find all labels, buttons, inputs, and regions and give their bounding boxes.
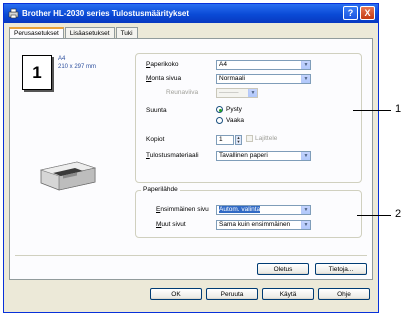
print-preferences-window: Brother HL-2030 series Tulostusmäärityks… <box>3 3 379 313</box>
question-mark-icon: ? <box>347 8 354 18</box>
help-title-button[interactable]: ? <box>343 6 358 20</box>
chevron-down-icon: ▼ <box>301 221 310 229</box>
border-line-select[interactable]: ——— ▼ <box>216 88 258 98</box>
checkbox-icon <box>246 135 253 142</box>
apply-button[interactable]: Käytä <box>262 288 314 300</box>
copies-label: Kopiot <box>146 136 165 143</box>
chevron-down-icon: ▼ <box>301 206 310 214</box>
media-type-label: Tulostusmateriaali <box>146 152 199 159</box>
first-page-select[interactable]: Autom. valinta ▼ <box>216 205 311 215</box>
close-button[interactable]: X <box>360 6 375 20</box>
other-pages-row: Muut sivut Sama kuin ensimmäinen ▼ <box>136 220 361 230</box>
basic-tab-panel: 1 A4 210 x 297 mm Paperikoko A4 ▼ Monta … <box>9 38 373 280</box>
chevron-down-icon: ▼ <box>248 89 257 97</box>
copies-input[interactable]: 1 <box>216 135 234 145</box>
callout-2: 2 <box>395 208 402 220</box>
border-line-row: Reunaviiva ——— ▼ <box>136 88 361 98</box>
portrait-radio[interactable]: Pysty <box>216 106 242 113</box>
orientation-row: Suunta Pysty Vaaka <box>136 106 361 124</box>
first-page-label: Ensimmäinen sivu <box>156 206 209 213</box>
paper-size-row: Paperikoko A4 ▼ <box>136 60 361 70</box>
chevron-down-icon: ▼ <box>301 75 310 83</box>
close-icon: X <box>364 8 371 18</box>
collate-checkbox[interactable]: Lajittele <box>246 135 277 142</box>
preview-paper-name: A4 <box>58 56 66 62</box>
preview-paper-dims: 210 x 297 mm <box>58 64 97 70</box>
copies-spinner[interactable]: ▲ ▼ <box>235 135 242 145</box>
callout-2-line <box>357 215 391 216</box>
chevron-down-icon: ▼ <box>301 152 310 160</box>
default-button[interactable]: Oletus <box>257 263 309 275</box>
paper-size-select[interactable]: A4 ▼ <box>216 60 311 70</box>
media-type-row: Tulostusmateriaali Tavallinen paperi ▼ <box>136 151 361 161</box>
callout-1: 1 <box>395 103 402 115</box>
printer-app-icon <box>8 8 19 19</box>
cancel-button[interactable]: Peruuta <box>206 288 258 300</box>
other-pages-select[interactable]: Sama kuin ensimmäinen ▼ <box>216 220 311 230</box>
panel-separator <box>15 255 367 256</box>
radio-unselected-icon <box>216 117 223 124</box>
multiple-page-label: Monta sivua <box>146 75 182 82</box>
border-line-label: Reunaviiva <box>166 89 199 96</box>
paper-size-label: Paperikoko <box>146 61 179 68</box>
paper-source-group: Paperilähde Ensimmäinen sivu Autom. vali… <box>135 186 362 238</box>
printer-illustration <box>37 156 99 196</box>
title-bar[interactable]: Brother HL-2030 series Tulostusmäärityks… <box>4 4 378 23</box>
chevron-down-icon: ▼ <box>301 61 310 69</box>
tab-advanced[interactable]: Lisäasetukset <box>64 27 115 38</box>
help-button[interactable]: Ohje <box>318 288 370 300</box>
first-page-row: Ensimmäinen sivu Autom. valinta ▼ <box>136 205 361 215</box>
basic-settings-group: Paperikoko A4 ▼ Monta sivua Normaali ▼ R… <box>135 53 362 183</box>
orientation-label: Suunta <box>146 107 167 114</box>
multiple-page-select[interactable]: Normaali ▼ <box>216 74 311 84</box>
other-pages-label: Muut sivut <box>156 221 186 228</box>
window-title: Brother HL-2030 series Tulostusmäärityks… <box>22 9 190 18</box>
media-type-select[interactable]: Tavallinen paperi ▼ <box>216 151 311 161</box>
page-preview: 1 <box>22 55 52 90</box>
landscape-radio[interactable]: Vaaka <box>216 117 244 124</box>
spin-down-icon[interactable]: ▼ <box>236 140 241 144</box>
about-button[interactable]: Tietoja... <box>315 263 367 275</box>
radio-selected-icon <box>216 106 223 113</box>
multiple-page-row: Monta sivua Normaali ▼ <box>136 74 361 84</box>
copies-row: Kopiot 1 ▲ ▼ Lajittele <box>136 135 361 145</box>
paper-source-legend: Paperilähde <box>141 186 180 193</box>
ok-button[interactable]: OK <box>150 288 202 300</box>
tab-support[interactable]: Tuki <box>115 27 138 38</box>
paper-size-preview-text: A4 210 x 297 mm <box>58 55 96 71</box>
callout-1-line <box>353 110 391 111</box>
